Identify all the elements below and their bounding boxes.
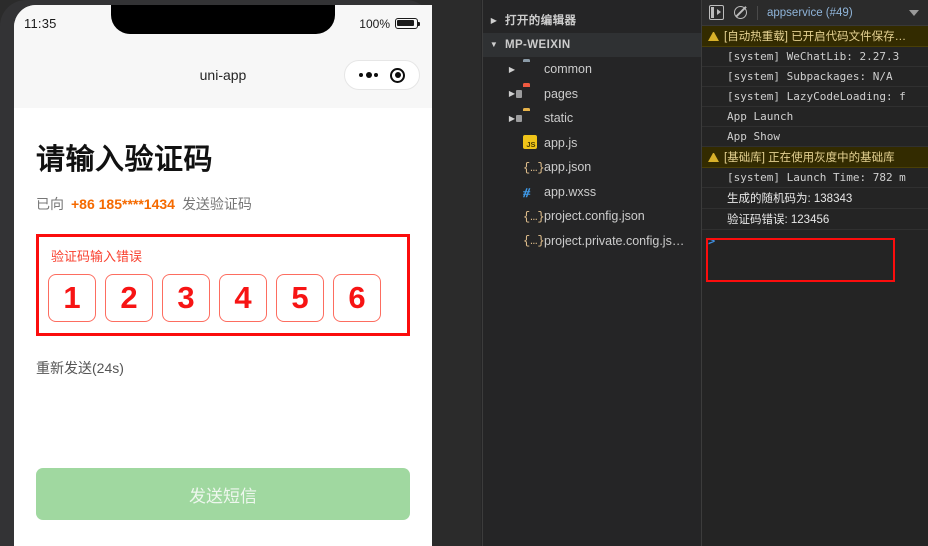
json-file-icon: {…} — [523, 160, 545, 175]
verification-page: 请输入验证码 已向 +86 185****1434 发送验证码 验证码输入错误 1 … — [14, 108, 432, 546]
status-time: 11:35 — [24, 16, 57, 31]
console-log-row[interactable]: [自动热重载] 已开启代码文件保存… — [702, 26, 928, 47]
code-cell[interactable]: 2 — [105, 274, 153, 322]
sent-prefix: 已向 — [36, 196, 64, 212]
console-log-row[interactable]: [system] LazyCodeLoading: f — [702, 87, 928, 107]
resend-countdown-link[interactable]: 重新发送(24s) — [36, 358, 410, 378]
console-log-row[interactable]: [system] WeChatLib: 2.27.3 — [702, 47, 928, 67]
json-file-icon: {…} — [523, 209, 545, 224]
warning-triangle-icon — [708, 31, 719, 41]
folder-red-icon — [515, 86, 540, 101]
console-context-select[interactable]: appservice (#49) — [767, 7, 853, 19]
tree-row-label: pages — [544, 86, 579, 101]
chevron-down-icon[interactable]: ▼ — [487, 40, 501, 49]
chevron-right-icon[interactable]: ▶ — [487, 16, 501, 25]
json-file-icon: {…} — [523, 234, 545, 249]
clear-console-icon[interactable] — [733, 5, 748, 20]
code-error-message: 验证码输入错误 — [51, 249, 143, 264]
tree-row[interactable]: ▶{…}project.private.config.js… — [483, 229, 701, 254]
console-log-text: [system] Launch Time: 782 m — [727, 171, 906, 184]
status-indicators: 100% — [359, 16, 421, 31]
console-log-row[interactable]: [基础库] 正在使用灰度中的基础库 — [702, 147, 928, 168]
console-log-text: 生成的随机码为: 138343 — [727, 193, 853, 205]
code-cell[interactable]: 1 — [48, 274, 96, 322]
tree-row[interactable]: ▶JSapp.js — [483, 131, 701, 156]
tree-row-label: MP-WEIXIN — [505, 38, 571, 51]
console-log-list: [自动热重载] 已开启代码文件保存… [system] WeChatLib: 2.… — [702, 26, 928, 282]
battery-full-icon — [395, 18, 421, 29]
wxss-file-icon: ⧣ — [523, 184, 531, 200]
console-panel: appservice (#49) [自动热重载] 已开启代码文件保存… [syst… — [701, 0, 928, 546]
console-log-row[interactable]: [system] Subpackages: N/A — [702, 67, 928, 87]
page-title-navbar: uni-app — [199, 67, 247, 83]
console-log-text: 验证码错误: 123456 — [727, 214, 830, 226]
tree-row-label: project.private.config.js… — [544, 233, 685, 248]
tree-row[interactable]: ▶ common — [483, 57, 701, 82]
console-log-text: [自动热重载] 已开启代码文件保存… — [724, 31, 907, 43]
console-prompt-caret: > — [708, 234, 716, 248]
battery-label: 100% — [359, 16, 390, 31]
wechat-capsule[interactable] — [344, 60, 420, 90]
tree-row[interactable]: ▶ static — [483, 106, 701, 131]
tree-row[interactable]: ▶ 打开的编辑器 — [483, 8, 701, 33]
warning-triangle-icon — [708, 152, 719, 162]
tree-row[interactable]: ▶{…}project.config.json — [483, 204, 701, 229]
console-log-text: App Launch — [727, 110, 794, 123]
toolbar-divider — [757, 5, 758, 20]
phone-notch — [111, 5, 335, 34]
masked-phone-number: +86 185****1434 — [71, 196, 175, 212]
console-log-row[interactable]: [system] Launch Time: 782 m — [702, 168, 928, 188]
console-log-text: [system] Subpackages: N/A — [727, 70, 893, 83]
app-window: 11:35 100% uni-app 请输入验证码 已向 +86 185****… — [0, 0, 928, 546]
sent-to-line: 已向 +86 185****1434 发送验证码 — [36, 194, 410, 214]
status-bar: 11:35 100% — [14, 5, 432, 42]
console-log-text: [基础库] 正在使用灰度中的基础库 — [724, 152, 895, 164]
panel-toggle-icon[interactable] — [709, 5, 724, 20]
phone-screen: 11:35 100% uni-app 请输入验证码 已向 +86 185****… — [14, 5, 432, 546]
phone-bezel: 11:35 100% uni-app 请输入验证码 已向 +86 185****… — [0, 0, 432, 546]
send-sms-button[interactable]: 发送短信 — [36, 468, 410, 520]
console-log-text: App Show — [727, 130, 780, 143]
code-cell[interactable]: 6 — [333, 274, 381, 322]
code-cell[interactable]: 3 — [162, 274, 210, 322]
tree-row[interactable]: ▶{…}app.json — [483, 155, 701, 180]
code-cells[interactable]: 1 2 3 4 5 6 — [48, 274, 398, 322]
chevron-down-icon[interactable] — [909, 9, 919, 16]
sent-suffix: 发送验证码 — [181, 196, 252, 212]
tree-row[interactable]: ▶ pages — [483, 82, 701, 107]
code-cell[interactable]: 5 — [276, 274, 324, 322]
tree-row-label: static — [544, 111, 574, 126]
chevron-right-icon[interactable]: ▶ — [505, 65, 519, 74]
verification-code-group[interactable]: 验证码输入错误 1 2 3 4 5 6 — [36, 234, 410, 336]
folder-yellow-icon — [515, 111, 540, 126]
console-prompt-row[interactable]: > — [702, 230, 928, 252]
code-cell[interactable]: 4 — [219, 274, 267, 322]
console-log-row[interactable]: 验证码错误: 123456 — [702, 209, 928, 230]
page-heading: 请输入验证码 — [36, 144, 214, 176]
simulator-panel: 11:35 100% uni-app 请输入验证码 已向 +86 185****… — [0, 0, 481, 546]
js-file-icon: JS — [523, 135, 540, 150]
console-log-text: [system] LazyCodeLoading: f — [727, 90, 906, 103]
tree-row-label: app.json — [544, 160, 592, 175]
console-log-row[interactable]: App Launch — [702, 107, 928, 127]
file-explorer-panel: ▶打开的编辑器▼MP-WEIXIN▶common▶pages▶static▶JS… — [482, 0, 701, 546]
more-dots-icon[interactable] — [359, 72, 378, 78]
console-toolbar: appservice (#49) — [702, 0, 928, 26]
tree-row-label: common — [544, 62, 592, 77]
target-circle-icon[interactable] — [390, 67, 405, 83]
tree-row-label: app.js — [544, 135, 578, 150]
console-log-row[interactable]: 生成的随机码为: 138343 — [702, 188, 928, 209]
console-footer — [702, 530, 928, 546]
mini-program-navbar: uni-app — [14, 42, 432, 108]
console-log-row[interactable]: App Show — [702, 127, 928, 147]
tree-row-label: project.config.json — [544, 209, 645, 224]
tree-row[interactable]: ▶⧣app.wxss — [483, 180, 701, 205]
tree-row-label: app.wxss — [544, 184, 597, 199]
folder-grey-icon — [523, 62, 540, 77]
console-log-text: [system] WeChatLib: 2.27.3 — [727, 50, 900, 63]
tree-row[interactable]: ▼ MP-WEIXIN — [483, 32, 701, 57]
tree-row-label: 打开的编辑器 — [505, 15, 577, 28]
